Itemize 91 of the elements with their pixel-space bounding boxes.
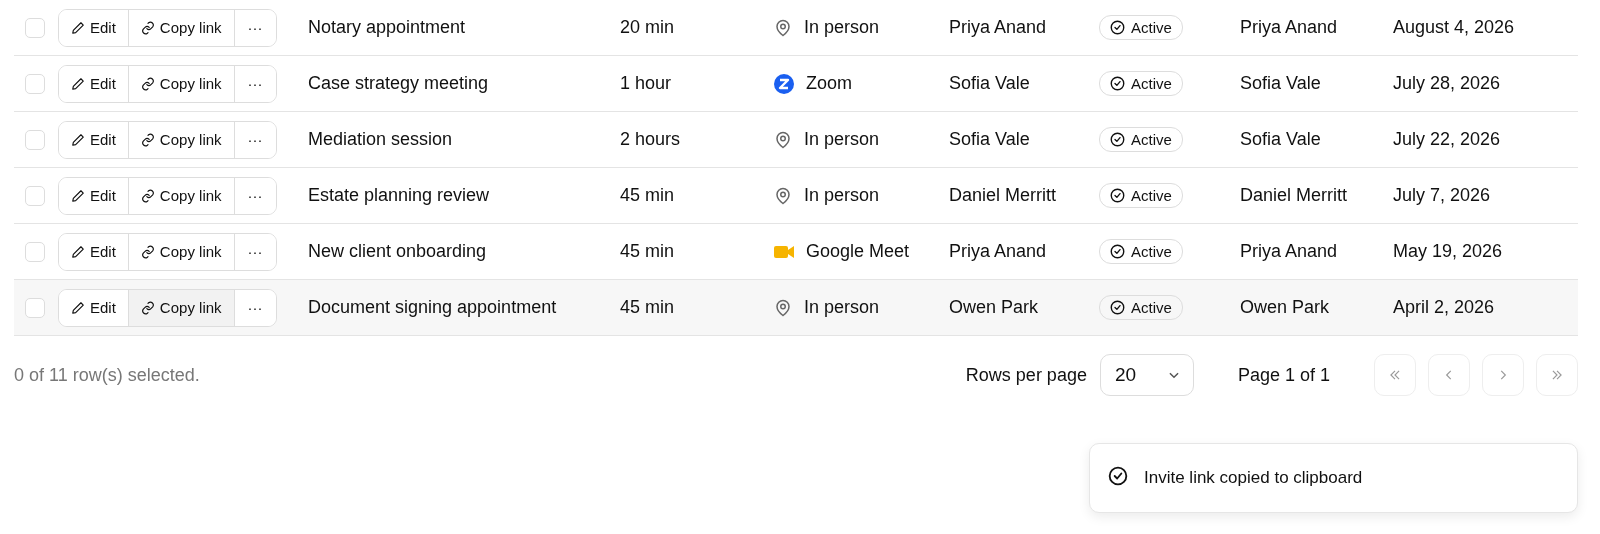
double-chevron-right-icon [1550, 368, 1564, 382]
event-name: Estate planning review [308, 185, 491, 206]
event-name: Notary appointment [308, 17, 467, 38]
location-label: In person [804, 297, 880, 318]
location-label: Google Meet [806, 241, 910, 262]
location-label: Zoom [806, 73, 852, 94]
owner-name: Sofia Vale [1240, 73, 1322, 94]
pencil-icon [71, 76, 85, 91]
status-badge: Active [1099, 239, 1183, 264]
host-name: Priya Anand [949, 241, 1048, 262]
link-icon [140, 188, 155, 203]
host-name: Owen Park [949, 297, 1040, 318]
map-pin-icon [774, 129, 792, 150]
duration: 45 min [620, 297, 676, 318]
selection-count: 0 of 11 row(s) selected. [14, 364, 201, 386]
rows-per-page-select[interactable]: 20 [1099, 354, 1194, 396]
row-checkbox[interactable] [25, 17, 45, 38]
toast-message: Invite link copied to clipboard [1144, 468, 1363, 488]
link-icon [140, 244, 155, 259]
host-name: Sofia Vale [949, 129, 1031, 150]
check-circle-icon [1110, 300, 1125, 315]
pencil-icon [71, 244, 85, 259]
location-label: In person [804, 129, 880, 150]
duration: 1 hour [620, 73, 673, 94]
check-circle-icon [1110, 20, 1125, 35]
link-icon [140, 132, 155, 147]
check-circle-icon [1110, 76, 1125, 91]
event-name: New client onboarding [308, 241, 488, 262]
date: August 4, 2026 [1393, 17, 1516, 38]
edit-button[interactable]: Edit [59, 233, 129, 270]
pencil-icon [71, 20, 85, 35]
duration: 45 min [620, 185, 676, 206]
owner-name: Priya Anand [1240, 241, 1339, 262]
edit-button[interactable]: Edit [59, 121, 129, 158]
row-checkbox[interactable] [25, 73, 45, 94]
date: July 7, 2026 [1393, 185, 1492, 206]
video-camera-icon [774, 243, 794, 260]
location-label: In person [804, 185, 880, 206]
previous-page-button[interactable] [1428, 354, 1470, 396]
duration: 45 min [620, 241, 676, 262]
link-icon [140, 76, 155, 91]
first-page-button[interactable] [1374, 354, 1416, 396]
status-badge: Active [1099, 15, 1183, 40]
rows-per-page-label: Rows per page [965, 364, 1087, 386]
owner-name: Sofia Vale [1240, 129, 1322, 150]
edit-button[interactable]: Edit [59, 289, 129, 326]
status-badge: Active [1099, 127, 1183, 152]
edit-button[interactable]: Edit [59, 65, 129, 102]
date: May 19, 2026 [1393, 241, 1504, 262]
host-name: Priya Anand [949, 17, 1048, 38]
date: July 28, 2026 [1393, 73, 1502, 94]
pencil-icon [71, 300, 85, 315]
row-checkbox[interactable] [25, 241, 45, 262]
double-chevron-left-icon [1388, 368, 1402, 382]
status-badge: Active [1099, 71, 1183, 96]
map-pin-icon [774, 297, 792, 318]
copy-link-button[interactable]: Copy link [128, 289, 235, 326]
check-circle-icon [1110, 244, 1125, 259]
event-name: Document signing appointment [308, 297, 558, 318]
check-circle-icon [1108, 465, 1128, 486]
status-badge: Active [1099, 183, 1183, 208]
status-badge: Active [1099, 295, 1183, 320]
duration: 2 hours [620, 129, 682, 150]
event-name: Mediation session [308, 129, 454, 150]
location-label: In person [804, 17, 880, 38]
pencil-icon [71, 132, 85, 147]
link-icon [140, 300, 155, 315]
last-page-button[interactable] [1536, 354, 1578, 396]
row-checkbox[interactable] [25, 297, 45, 318]
check-circle-icon [1110, 188, 1125, 203]
next-page-button[interactable] [1482, 354, 1524, 396]
owner-name: Priya Anand [1240, 17, 1339, 38]
pencil-icon [71, 188, 85, 203]
date: July 22, 2026 [1393, 129, 1502, 150]
map-pin-icon [774, 17, 792, 38]
check-circle-icon [1110, 132, 1125, 147]
row-checkbox[interactable] [25, 185, 45, 206]
map-pin-icon [774, 185, 792, 206]
edit-button[interactable]: Edit [59, 177, 129, 214]
page-indicator: Page 1 of 1 [1237, 364, 1330, 386]
video-app-icon [774, 73, 794, 94]
link-icon [140, 20, 155, 35]
host-name: Sofia Vale [949, 73, 1031, 94]
owner-name: Daniel Merritt [1240, 185, 1349, 206]
duration: 20 min [620, 17, 676, 38]
row-checkbox[interactable] [25, 129, 45, 150]
event-name: Case strategy meeting [308, 73, 490, 94]
owner-name: Owen Park [1240, 297, 1331, 318]
date: April 2, 2026 [1393, 297, 1496, 318]
host-name: Daniel Merritt [949, 185, 1058, 206]
edit-button[interactable]: Edit [59, 9, 129, 46]
